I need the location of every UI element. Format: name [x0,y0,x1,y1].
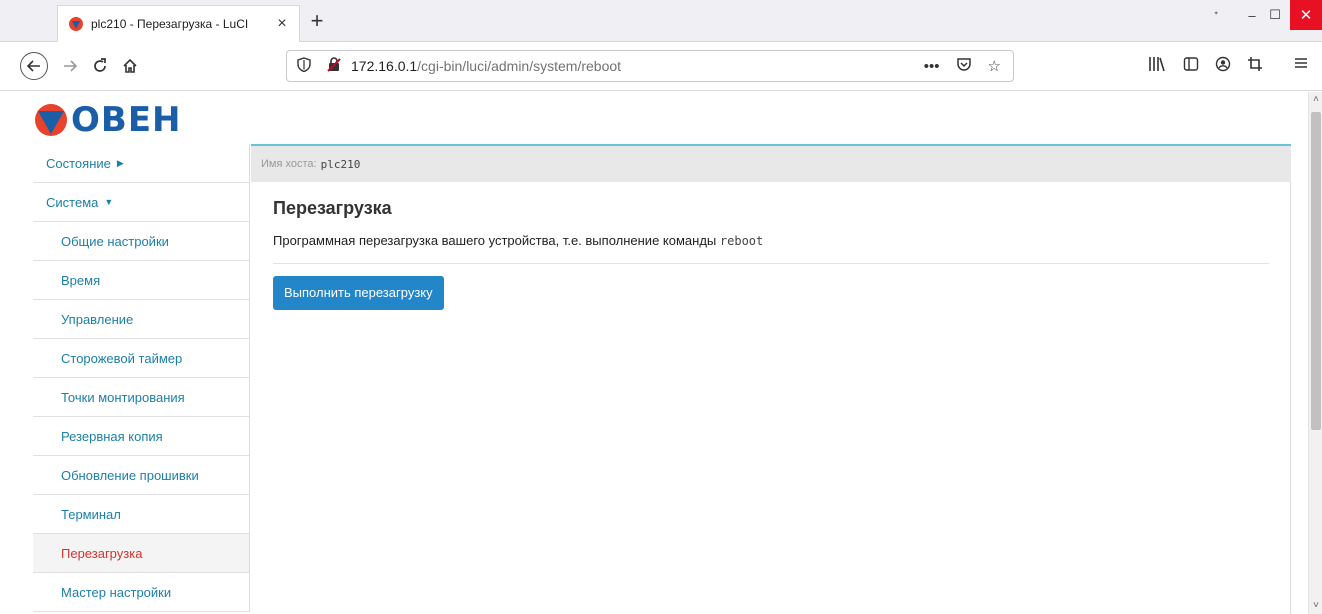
sidebar-menu: Состояние ▶ Система ▼ Общие настройки Время Уп… [33,144,250,612]
sidebar-item-label: Терминал [61,506,121,522]
sidebar-item-label: Общие настройки [61,233,169,249]
hostname-bar: Имя хоста: plc210 [251,144,1291,182]
page-scrollbar[interactable]: ˄ ˅ [1308,92,1322,614]
tracking-shield-icon[interactable] [297,57,313,75]
scroll-thumb[interactable] [1311,112,1321,430]
home-icon [123,58,137,73]
sidebar-item-label: Состояние [46,155,111,171]
hostname-value: plc210 [320,157,361,171]
arrow-right-icon [64,60,77,72]
screenshot-crop-icon[interactable] [1244,56,1266,77]
sidebar-item-4[interactable]: Управление [33,300,249,339]
description-text: Программная перезагрузка вашего устройст… [273,233,717,248]
forward-button[interactable] [56,52,84,80]
oven-favicon-icon [69,17,83,31]
sidebar-item-label: Мастер настройки [61,584,172,600]
hamburger-menu-icon[interactable] [1290,56,1312,75]
address-bar[interactable]: 172.16.0.1/cgi-bin/luci/admin/system/reb… [286,50,1014,82]
window-maximize-button[interactable]: ☐ [1260,0,1290,30]
sidebar-item-label: Точки монтирования [61,389,185,405]
arrow-left-icon [27,60,40,72]
oven-logo-icon [35,104,67,136]
sidebar-item-label: Управление [61,311,134,327]
sidebar-item-6[interactable]: Точки монтирования [33,378,249,417]
reload-icon [94,58,106,72]
sidebar-item-0[interactable]: Состояние ▶ [33,144,249,183]
account-icon[interactable] [1212,56,1234,77]
browser-tab[interactable]: plc210 - Перезагрузка - LuCI × [57,5,300,42]
reboot-description: Программная перезагрузка вашего устройст… [273,233,1269,264]
sidebar-item-10[interactable]: Перезагрузка [33,534,249,573]
page-title: Перезагрузка [273,198,392,218]
url-path: /cgi-bin/luci/admin/system/reboot [417,58,622,74]
sidebar-item-label: Обновление прошивки [61,467,199,483]
pocket-icon[interactable] [956,57,972,76]
sidebar-item-label: Резервная копия [61,428,163,444]
caret-down-icon: ▼ [104,197,114,207]
caret-right-icon: ▶ [116,157,124,168]
library-icon[interactable] [1146,56,1168,77]
oven-logo[interactable]: ОВЕН [33,100,182,140]
tab-close-icon[interactable]: × [273,15,291,33]
sidebar-item-7[interactable]: Резервная копия [33,417,249,456]
browser-tab-bar: plc210 - Перезагрузка - LuCI × + ᐩ – ☐ ✕ [0,0,1322,42]
scroll-down-arrow-icon[interactable]: ˅ [1311,600,1321,612]
sidebar-item-8[interactable]: Обновление прошивки [33,456,249,495]
sidebar-item-2[interactable]: Общие настройки [33,222,249,261]
window-restore-icon[interactable]: ᐩ [1198,0,1234,30]
scroll-up-arrow-icon[interactable]: ˄ [1311,94,1321,106]
back-button[interactable] [20,52,48,80]
sidebar-item-11[interactable]: Мастер настройки [33,573,249,612]
home-button[interactable] [116,52,144,80]
insecure-lock-icon[interactable] [327,57,341,75]
sidebar-item-1[interactable]: Система ▼ [33,183,249,222]
bookmark-star-icon[interactable]: ☆ [988,57,1001,75]
sidebar-toggle-icon[interactable] [1180,56,1202,77]
browser-nav-bar: 172.16.0.1/cgi-bin/luci/admin/system/reb… [0,43,1322,91]
url-host: 172.16.0.1 [351,58,418,74]
url-text[interactable]: 172.16.0.1/cgi-bin/luci/admin/system/reb… [351,58,621,74]
tab-title: plc210 - Перезагрузка - LuCI [91,17,249,31]
new-tab-button[interactable]: + [306,10,328,32]
sidebar-item-5[interactable]: Сторожевой таймер [33,339,249,378]
sidebar-item-3[interactable]: Время [33,261,249,300]
sidebar-item-9[interactable]: Терминал [33,495,249,534]
reboot-command: reboot [719,234,764,248]
sidebar-item-label: Сторожевой таймер [61,350,183,366]
perform-reboot-button[interactable]: Выполнить перезагрузку [273,276,444,310]
sidebar-item-label: Перезагрузка [61,545,143,561]
hostname-label: Имя хоста: [261,158,317,170]
main-content: Перезагрузка Программная перезагрузка ва… [251,182,1291,614]
sidebar-item-label: Система [46,194,99,210]
sidebar-item-label: Время [61,272,101,288]
page-viewport: ОВЕН Состояние ▶ Система ▼ Общие настройки Вр… [0,92,1322,614]
window-close-button[interactable]: ✕ [1290,0,1322,30]
oven-logo-text: ОВЕН [71,100,182,140]
reload-button[interactable] [86,52,114,80]
page-actions-icon[interactable]: ••• [924,58,940,75]
